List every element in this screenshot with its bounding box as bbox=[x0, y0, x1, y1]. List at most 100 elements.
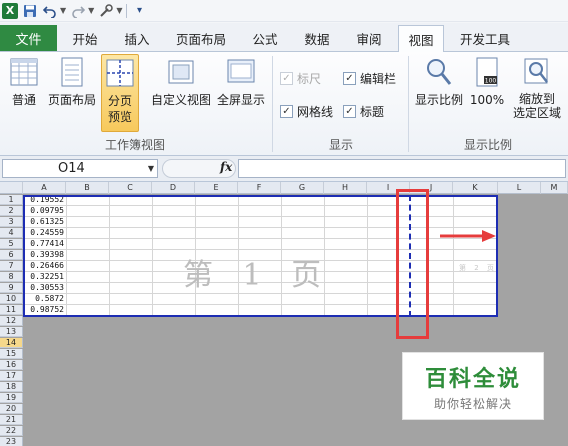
row-header[interactable]: 18 bbox=[0, 382, 23, 392]
row-header[interactable]: 9 bbox=[0, 283, 23, 293]
row-header-selected[interactable]: 14 bbox=[0, 338, 23, 348]
chevron-down-icon[interactable]: ▼ bbox=[148, 160, 154, 177]
column-headers: A B C D E F G H I J K L M bbox=[0, 182, 568, 194]
tab-page-layout[interactable]: 页面布局 bbox=[168, 25, 234, 51]
cell-a10[interactable]: 0.5872 bbox=[23, 294, 64, 304]
brand-subtitle: 助你轻松解决 bbox=[433, 396, 512, 411]
normal-view-label: 普通 bbox=[11, 93, 36, 107]
gridline bbox=[453, 195, 454, 315]
row-header[interactable]: 16 bbox=[0, 360, 23, 370]
row-header[interactable]: 17 bbox=[0, 371, 23, 381]
row-header[interactable]: 22 bbox=[0, 426, 23, 436]
insert-function-icon[interactable]: fx bbox=[220, 160, 232, 174]
gridline bbox=[66, 195, 67, 315]
show-group-label: 显示 bbox=[329, 138, 354, 152]
zoom-to-selection-label: 缩放到 选定区域 bbox=[512, 92, 561, 120]
row-header[interactable]: 19 bbox=[0, 393, 23, 403]
tools-dropdown-icon[interactable]: ▼ bbox=[116, 6, 122, 15]
cell-a3[interactable]: 0.61325 bbox=[23, 217, 64, 227]
row-header[interactable]: 2 bbox=[0, 206, 23, 216]
name-box[interactable]: O14 ▼ bbox=[2, 159, 158, 178]
zoom-group-label: 显示比例 bbox=[464, 138, 513, 152]
cell-a11[interactable]: 0.98752 bbox=[23, 305, 64, 315]
headings-label: 标题 bbox=[360, 105, 385, 119]
zoom-100-button[interactable]: 100 100% bbox=[468, 56, 506, 108]
column-header[interactable]: A bbox=[23, 182, 66, 194]
normal-view-button[interactable]: 普通 bbox=[6, 56, 42, 108]
row-header[interactable]: 11 bbox=[0, 305, 23, 315]
zoom-button[interactable]: 显示比例 bbox=[414, 56, 464, 108]
page-layout-view-button[interactable]: 页面布局 bbox=[46, 56, 98, 108]
cell-a5[interactable]: 0.77414 bbox=[23, 239, 64, 249]
column-header[interactable]: D bbox=[152, 182, 195, 194]
ruler-check-icon: ✓ bbox=[280, 72, 293, 85]
row-header[interactable]: 7 bbox=[0, 261, 23, 271]
cell-a8[interactable]: 0.32251 bbox=[23, 272, 64, 282]
row-header[interactable]: 20 bbox=[0, 404, 23, 414]
page-break-preview-label: 分页 预览 bbox=[107, 94, 132, 124]
excel-app-icon[interactable]: X bbox=[2, 2, 18, 19]
row-header[interactable]: 15 bbox=[0, 349, 23, 359]
row-header[interactable]: 6 bbox=[0, 250, 23, 260]
column-header[interactable]: K bbox=[453, 182, 498, 194]
row-header[interactable]: 23 bbox=[0, 437, 23, 446]
tab-file[interactable]: 文件 bbox=[0, 25, 57, 51]
save-icon[interactable] bbox=[22, 3, 38, 19]
cell-a4[interactable]: 0.24559 bbox=[23, 228, 64, 238]
row-header[interactable]: 21 bbox=[0, 415, 23, 425]
formula-bar-checkbox[interactable]: ✓ 编辑栏 bbox=[343, 70, 396, 87]
tab-review[interactable]: 审阅 bbox=[346, 25, 392, 51]
row-header[interactable]: 8 bbox=[0, 272, 23, 282]
column-header[interactable]: G bbox=[281, 182, 324, 194]
redo-icon[interactable] bbox=[70, 3, 86, 19]
undo-dropdown-icon[interactable]: ▼ bbox=[60, 6, 66, 15]
gridlines-check-icon: ✓ bbox=[280, 105, 293, 118]
full-screen-label: 全屏显示 bbox=[216, 93, 265, 107]
column-header[interactable]: F bbox=[238, 182, 281, 194]
tab-formulas[interactable]: 公式 bbox=[242, 25, 288, 51]
column-header[interactable]: B bbox=[66, 182, 109, 194]
row-header[interactable]: 5 bbox=[0, 239, 23, 249]
zoom-100-icon: 100 bbox=[471, 56, 503, 88]
zoom-label: 显示比例 bbox=[414, 93, 463, 107]
cell-a2[interactable]: 0.09795 bbox=[23, 206, 64, 216]
redo-dropdown-icon[interactable]: ▼ bbox=[88, 6, 94, 15]
row-header[interactable]: 12 bbox=[0, 316, 23, 326]
column-header[interactable]: H bbox=[324, 182, 367, 194]
full-screen-button[interactable]: 全屏显示 bbox=[214, 56, 268, 108]
row-header[interactable]: 1 bbox=[0, 195, 23, 205]
row-header[interactable]: 13 bbox=[0, 327, 23, 337]
group-separator bbox=[408, 56, 409, 152]
formula-input[interactable] bbox=[238, 159, 566, 178]
formula-bar-label: 编辑栏 bbox=[360, 72, 397, 86]
headings-checkbox[interactable]: ✓ 标题 bbox=[343, 103, 384, 120]
cell-a6[interactable]: 0.39398 bbox=[23, 250, 64, 260]
tab-view[interactable]: 视图 bbox=[398, 25, 444, 53]
tab-data[interactable]: 数据 bbox=[294, 25, 340, 51]
column-header[interactable]: L bbox=[498, 182, 541, 194]
column-header[interactable]: C bbox=[109, 182, 152, 194]
tab-developer[interactable]: 开发工具 bbox=[452, 25, 518, 51]
name-box-value: O14 bbox=[58, 161, 85, 176]
page-layout-label: 页面布局 bbox=[47, 93, 96, 107]
undo-icon[interactable] bbox=[42, 3, 58, 19]
gridlines-checkbox[interactable]: ✓ 网格线 bbox=[280, 103, 333, 120]
tools-icon[interactable] bbox=[98, 3, 114, 19]
customize-icon[interactable]: ▾ bbox=[131, 3, 147, 19]
cell-a9[interactable]: 0.30553 bbox=[23, 283, 64, 293]
custom-views-button[interactable]: 自定义视图 bbox=[150, 56, 212, 108]
cell-a7[interactable]: 0.26466 bbox=[23, 261, 64, 271]
tab-home[interactable]: 开始 bbox=[62, 25, 108, 51]
column-header[interactable]: E bbox=[195, 182, 238, 194]
row-header[interactable]: 3 bbox=[0, 217, 23, 227]
gridlines-label: 网格线 bbox=[297, 105, 334, 119]
page-break-preview-button[interactable]: 分页 预览 bbox=[101, 54, 139, 132]
column-header[interactable]: M bbox=[541, 182, 568, 194]
ruler-checkbox[interactable]: ✓ 标尺 bbox=[280, 70, 321, 87]
row-header[interactable]: 4 bbox=[0, 228, 23, 238]
cell-a1[interactable]: 0.19552 bbox=[23, 195, 64, 205]
tab-insert[interactable]: 插入 bbox=[114, 25, 160, 51]
zoom-to-selection-button[interactable]: 缩放到 选定区域 bbox=[510, 56, 564, 120]
row-header[interactable]: 10 bbox=[0, 294, 23, 304]
select-all-corner[interactable] bbox=[0, 182, 23, 194]
